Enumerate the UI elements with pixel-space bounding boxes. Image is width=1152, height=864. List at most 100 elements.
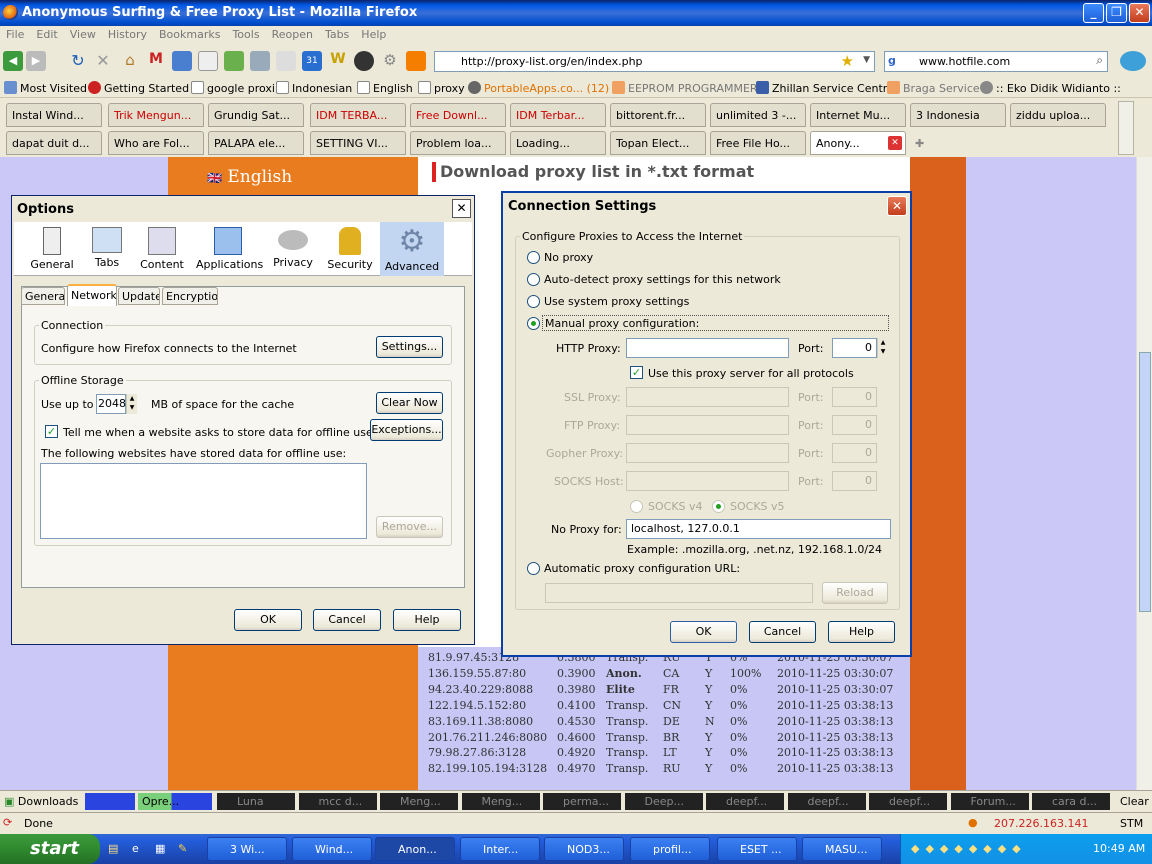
- downloads-button[interactable]: ▣ Downloads: [4, 795, 78, 808]
- bookmark-eko[interactable]: :: Eko Didik Widianto ::: [980, 81, 1121, 95]
- bookmark-zhillan[interactable]: Zhillan Service Centre: [756, 81, 894, 95]
- page-scrollbar[interactable]: [1136, 157, 1152, 790]
- socks4-radio[interactable]: [630, 500, 643, 513]
- tab[interactable]: PALAPA ele...: [208, 131, 304, 155]
- menu-help[interactable]: Help: [355, 26, 392, 43]
- menu-reopen[interactable]: Reopen: [266, 26, 319, 43]
- offline-notify-checkbox[interactable]: ✓: [45, 425, 58, 438]
- ssl-port-input[interactable]: 0: [832, 387, 877, 407]
- download-item[interactable]: deepf...: [869, 793, 947, 810]
- download-item[interactable]: deepf...: [706, 793, 784, 810]
- system-proxy-radio[interactable]: [527, 295, 540, 308]
- star-icon[interactable]: ★: [841, 52, 854, 70]
- subtab-network[interactable]: Network: [67, 284, 117, 306]
- calendar-icon[interactable]: 31: [302, 51, 322, 71]
- gmail-icon[interactable]: M: [146, 51, 166, 71]
- cache-size-input[interactable]: 2048: [96, 394, 126, 414]
- addon-icon[interactable]: [354, 51, 374, 71]
- tab[interactable]: Instal Wind...: [6, 103, 102, 127]
- subtab-update[interactable]: Update: [118, 287, 160, 305]
- reload-icon[interactable]: ↻: [68, 51, 88, 71]
- bookmark-braga[interactable]: Braga Service: [887, 81, 980, 95]
- addon-icon[interactable]: W: [328, 51, 348, 71]
- pane-content[interactable]: Content: [134, 224, 190, 274]
- ssl-proxy-input[interactable]: [626, 387, 789, 407]
- download-item[interactable]: mcc d...: [298, 793, 377, 810]
- ok-button[interactable]: OK: [670, 621, 737, 643]
- tab[interactable]: Internet Mu...: [810, 103, 906, 127]
- addon-icon[interactable]: [198, 51, 218, 71]
- auto-config-url-input[interactable]: [545, 583, 813, 603]
- menu-bookmarks[interactable]: Bookmarks: [153, 26, 226, 43]
- download-item[interactable]: deepf...: [787, 793, 866, 810]
- tab[interactable]: IDM Terbar...: [510, 103, 606, 127]
- menu-tools[interactable]: Tools: [226, 26, 265, 43]
- tab-active[interactable]: Anony... ✕: [810, 131, 906, 155]
- ok-button[interactable]: OK: [234, 609, 302, 631]
- close-icon[interactable]: ✕: [452, 199, 471, 218]
- addon-icon[interactable]: [172, 51, 192, 71]
- tab[interactable]: unlimited 3 -...: [710, 103, 806, 127]
- skype-icon[interactable]: [1120, 51, 1146, 71]
- gopher-proxy-input[interactable]: [626, 443, 789, 463]
- scroll-thumb[interactable]: [1139, 352, 1151, 612]
- socks-port-input[interactable]: 0: [832, 471, 877, 491]
- taskbar-button[interactable]: Anon...: [375, 837, 455, 861]
- bookmark-portableapps[interactable]: PortableApps.co... (12): [468, 81, 609, 95]
- subtab-general[interactable]: General: [21, 287, 65, 305]
- taskbar-button[interactable]: Inter...: [460, 837, 540, 861]
- pane-advanced[interactable]: ⚙ Advanced: [380, 222, 444, 276]
- manual-proxy-radio[interactable]: [527, 317, 540, 330]
- tab[interactable]: Problem loa...: [410, 131, 506, 155]
- tab[interactable]: Free File Ho...: [710, 131, 806, 155]
- tray-icons[interactable]: ◆◆◆◆◆◆◆◆: [911, 842, 1027, 855]
- search-input[interactable]: www.hotfile.com g ⌕: [884, 51, 1108, 72]
- no-proxy-for-input[interactable]: localhost, 127.0.0.1: [626, 519, 891, 539]
- chevron-down-icon[interactable]: ▼: [863, 55, 870, 65]
- remove-button[interactable]: Remove...: [376, 516, 443, 538]
- tab-scrollbar[interactable]: [1118, 101, 1134, 155]
- help-button[interactable]: Help: [828, 621, 895, 643]
- http-port-spinner[interactable]: ▲ ▼: [877, 338, 888, 358]
- taskbar-button[interactable]: 3 Wi...: [207, 837, 287, 861]
- no-proxy-radio[interactable]: [527, 251, 540, 264]
- download-item[interactable]: Meng...: [461, 793, 540, 810]
- menu-file[interactable]: File: [0, 26, 30, 43]
- menu-history[interactable]: History: [102, 26, 153, 43]
- tab[interactable]: ziddu uploa...: [1010, 103, 1106, 127]
- download-progress[interactable]: Opre...: [138, 793, 212, 810]
- clear-downloads-button[interactable]: Clear: [1120, 795, 1149, 808]
- taskbar-button[interactable]: NOD3...: [544, 837, 624, 861]
- taskbar-button[interactable]: Wind...: [292, 837, 372, 861]
- language-link[interactable]: 🇬🇧 English: [207, 167, 292, 187]
- download-item[interactable]: Meng...: [380, 793, 458, 810]
- quicklaunch-icon[interactable]: ▦: [155, 842, 165, 855]
- gopher-port-input[interactable]: 0: [832, 443, 877, 463]
- start-button[interactable]: start: [0, 834, 100, 864]
- auto-detect-radio[interactable]: [527, 273, 540, 286]
- menu-tabs[interactable]: Tabs: [319, 26, 355, 43]
- cancel-button[interactable]: Cancel: [749, 621, 816, 643]
- taskbar-button[interactable]: MASU...: [802, 837, 882, 861]
- url-input[interactable]: http://proxy-list.org/en/index.php ★ ▼: [434, 51, 875, 72]
- cache-spinner[interactable]: ▲ ▼: [126, 394, 137, 414]
- clear-now-button[interactable]: Clear Now: [376, 392, 443, 414]
- tab[interactable]: Topan Elect...: [610, 131, 706, 155]
- bookmark-eeprom[interactable]: EEPROM PROGRAMMER: [612, 81, 758, 95]
- gear-icon[interactable]: ⚙: [380, 51, 400, 71]
- bookmark-english[interactable]: English: [357, 81, 413, 95]
- taskbar-button[interactable]: ESET ...: [717, 837, 797, 861]
- http-proxy-input[interactable]: [626, 338, 789, 358]
- offline-sites-list[interactable]: [40, 463, 367, 539]
- bookmark-getting-started[interactable]: Getting Started: [88, 81, 189, 95]
- addon-icon[interactable]: [250, 51, 270, 71]
- search-icon[interactable]: ⌕: [1096, 53, 1103, 68]
- tab[interactable]: IDM TERBA...: [310, 103, 406, 127]
- exceptions-button[interactable]: Exceptions...: [370, 419, 443, 441]
- window-title-bar[interactable]: Anonymous Surfing & Free Proxy List - Mo…: [0, 0, 1152, 26]
- home-icon[interactable]: ⌂: [120, 51, 140, 71]
- tab[interactable]: Free Downl...: [410, 103, 506, 127]
- back-icon[interactable]: ◀: [3, 51, 23, 71]
- menu-edit[interactable]: Edit: [30, 26, 63, 43]
- addon-icon[interactable]: [224, 51, 244, 71]
